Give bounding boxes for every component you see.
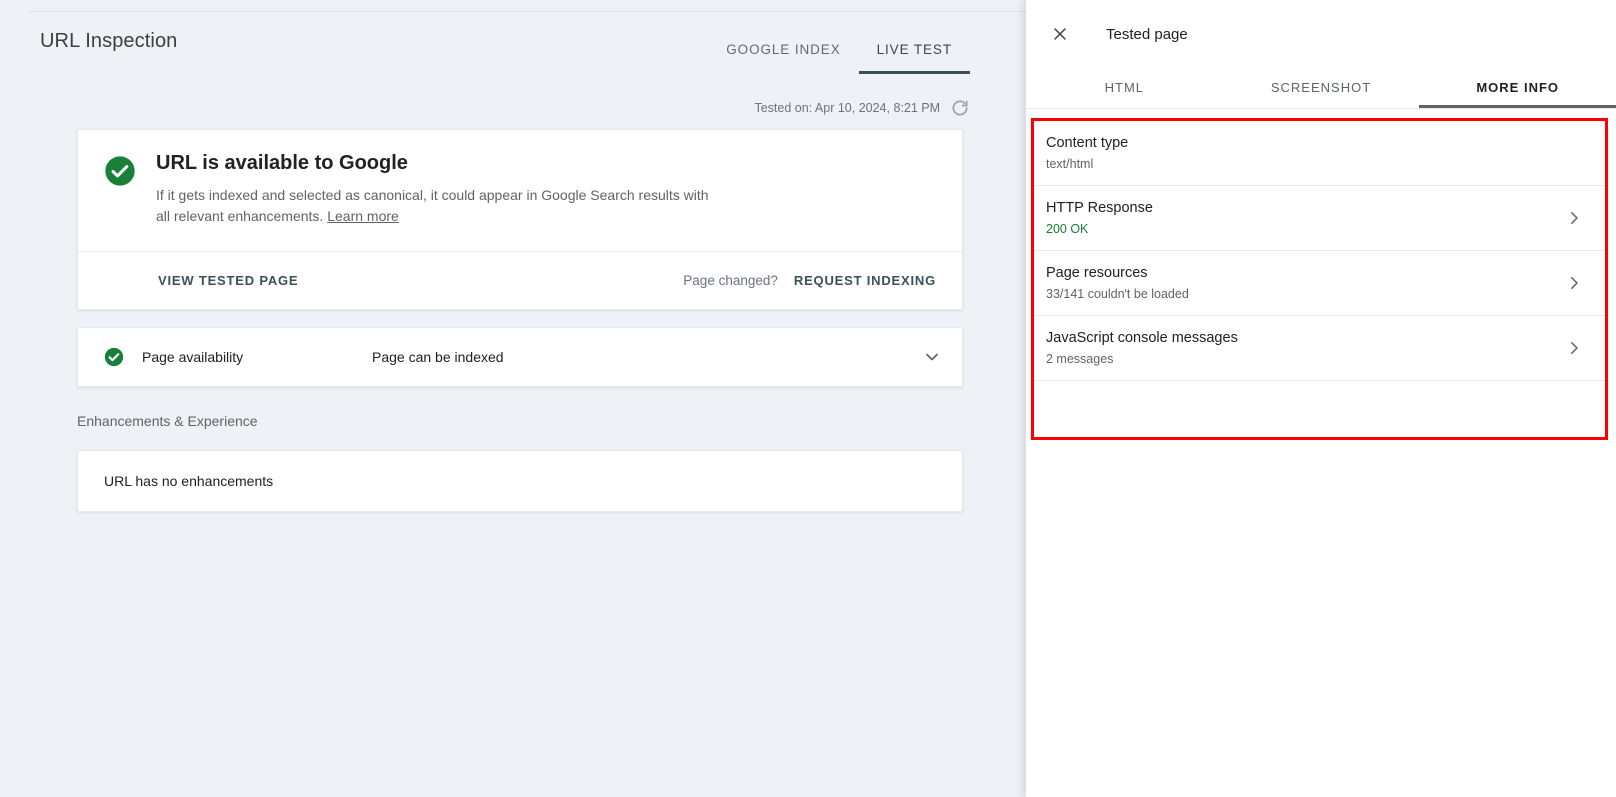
page-title: URL Inspection bbox=[40, 30, 178, 52]
main-tabs: GOOGLE INDEX LIVE TEST bbox=[708, 12, 971, 74]
page-changed-label: Page changed? bbox=[683, 273, 778, 288]
chevron-right-icon[interactable] bbox=[1565, 339, 1583, 357]
more-info-list: Content type text/html HTTP Response 200… bbox=[1034, 121, 1605, 437]
tab-google-index[interactable]: GOOGLE INDEX bbox=[708, 12, 858, 74]
url-inspection-screen: URL Inspection GOOGLE INDEX LIVE TEST Te… bbox=[0, 0, 1616, 797]
info-title: Page resources bbox=[1046, 264, 1148, 281]
info-title: Content type bbox=[1046, 134, 1129, 151]
tested-page-panel: Tested page HTML SCREENSHOT MORE INFO Co… bbox=[1026, 0, 1616, 797]
tab-more-info[interactable]: MORE INFO bbox=[1419, 68, 1616, 108]
check-circle-icon bbox=[104, 347, 124, 367]
page-availability-value: Page can be indexed bbox=[372, 349, 504, 365]
info-subtitle: 200 OK bbox=[1046, 221, 1089, 236]
close-icon[interactable] bbox=[1040, 14, 1080, 54]
tab-html[interactable]: HTML bbox=[1026, 68, 1223, 108]
tab-screenshot[interactable]: SCREENSHOT bbox=[1223, 68, 1420, 108]
list-item-page-resources[interactable]: Page resources 33/141 couldn't be loaded bbox=[1034, 251, 1605, 316]
result-description-text: If it gets indexed and selected as canon… bbox=[156, 187, 709, 224]
list-item-http-response[interactable]: HTTP Response 200 OK bbox=[1034, 186, 1605, 251]
page-availability-label: Page availability bbox=[142, 349, 244, 365]
info-subtitle: text/html bbox=[1046, 156, 1094, 171]
learn-more-link[interactable]: Learn more bbox=[327, 208, 399, 224]
enhancements-card: URL has no enhancements bbox=[77, 450, 963, 512]
page-availability-row[interactable]: Page availability Page can be indexed bbox=[77, 327, 963, 387]
tested-on-row: Tested on: Apr 10, 2024, 8:21 PM bbox=[754, 98, 970, 118]
enhancements-section-label: Enhancements & Experience bbox=[77, 413, 258, 429]
result-actions: VIEW TESTED PAGE Page changed? REQUEST I… bbox=[78, 251, 962, 309]
request-indexing-button[interactable]: REQUEST INDEXING bbox=[794, 273, 936, 288]
side-panel-tabs: HTML SCREENSHOT MORE INFO bbox=[1026, 68, 1616, 109]
side-panel-header: Tested page bbox=[1026, 0, 1616, 68]
side-panel-title: Tested page bbox=[1106, 25, 1188, 43]
info-texts: Page resources 33/141 couldn't be loaded bbox=[1046, 265, 1565, 302]
info-subtitle: 2 messages bbox=[1046, 351, 1114, 366]
info-title: HTTP Response bbox=[1046, 199, 1153, 216]
info-title: JavaScript console messages bbox=[1046, 329, 1238, 346]
main-content-area: URL Inspection GOOGLE INDEX LIVE TEST Te… bbox=[0, 0, 1026, 797]
result-description: If it gets indexed and selected as canon… bbox=[156, 185, 716, 227]
tab-live-test[interactable]: LIVE TEST bbox=[858, 12, 971, 74]
inspection-result-card: URL is available to Google If it gets in… bbox=[77, 129, 963, 310]
refresh-icon[interactable] bbox=[950, 98, 970, 118]
chevron-down-icon[interactable] bbox=[922, 347, 942, 367]
result-texts: URL is available to Google If it gets in… bbox=[156, 152, 936, 227]
enhancements-text: URL has no enhancements bbox=[104, 473, 274, 489]
main-header: URL Inspection GOOGLE INDEX LIVE TEST bbox=[0, 12, 1026, 74]
view-tested-page-button[interactable]: VIEW TESTED PAGE bbox=[158, 273, 298, 288]
list-item-content-type: Content type text/html bbox=[1034, 121, 1605, 186]
more-info-highlight-box: Content type text/html HTTP Response 200… bbox=[1031, 118, 1608, 440]
info-texts: JavaScript console messages 2 messages bbox=[1046, 330, 1565, 367]
chevron-right-icon[interactable] bbox=[1565, 274, 1583, 292]
list-item-javascript-console-messages[interactable]: JavaScript console messages 2 messages bbox=[1034, 316, 1605, 381]
result-body: URL is available to Google If it gets in… bbox=[78, 130, 962, 251]
chevron-right-icon[interactable] bbox=[1565, 209, 1583, 227]
list-item-empty bbox=[1034, 381, 1605, 446]
info-texts: HTTP Response 200 OK bbox=[1046, 200, 1565, 237]
info-subtitle: 33/141 couldn't be loaded bbox=[1046, 286, 1189, 301]
tested-on-label: Tested on: Apr 10, 2024, 8:21 PM bbox=[754, 101, 940, 115]
info-texts: Content type text/html bbox=[1046, 135, 1583, 172]
result-title: URL is available to Google bbox=[156, 152, 408, 174]
check-circle-icon bbox=[104, 155, 136, 187]
